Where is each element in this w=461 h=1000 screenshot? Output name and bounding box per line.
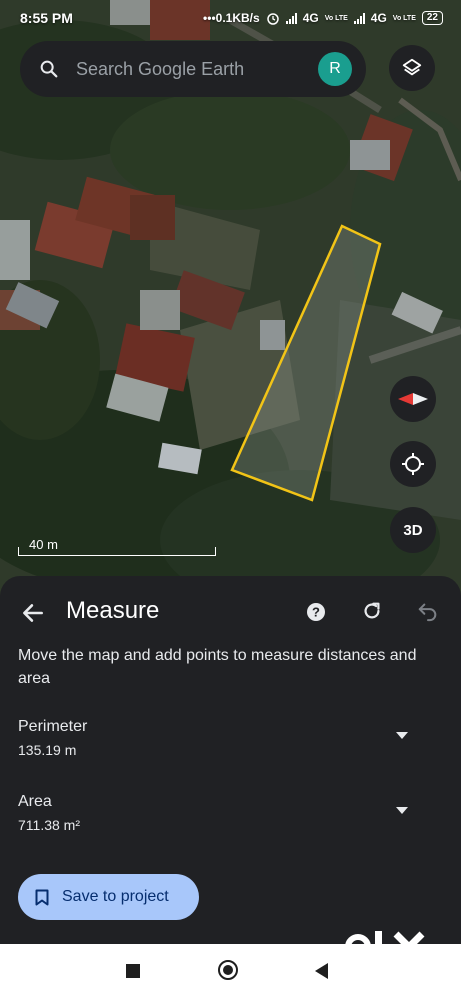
volte-badge-2: Vo LTE [392,14,416,22]
reset-icon[interactable] [361,600,383,622]
save-label: Save to project [62,888,169,905]
scale-bar: 40 m [18,537,216,556]
status-indicators: •••0.1KB/s 4G Vo LTE 4G Vo LTE 22 [203,11,443,25]
measure-header: Measure ? [0,588,461,638]
olx-watermark-logo [345,931,425,963]
area-value: 711.38 m² [18,817,80,833]
alarm-icon [266,13,279,25]
search-icon [40,60,58,78]
perimeter-label: Perimeter [18,718,88,735]
search-bar[interactable]: Search Google Earth R [20,41,366,97]
layers-icon [402,58,422,76]
bookmark-icon [35,889,49,905]
compass-icon [398,393,428,405]
scale-tick-left [18,547,19,556]
recents-icon[interactable] [126,964,140,978]
scale-label: 40 m [29,537,58,552]
net-speed: •••0.1KB/s [203,11,260,25]
chevron-down-icon[interactable] [396,732,408,740]
area-label: Area [18,793,52,810]
battery-icon: 22 [421,11,443,25]
account-avatar[interactable]: R [318,52,352,86]
status-bar: 8:55 PM •••0.1KB/s 4G Vo LTE 4G Vo LTE 2… [0,0,461,36]
network-type-2: 4G [370,11,387,25]
back-icon[interactable] [315,963,328,979]
my-location-icon [402,453,424,475]
measure-title: Measure [66,597,160,624]
search-input[interactable]: Search Google Earth [76,59,318,80]
scale-line [18,555,216,556]
area-row[interactable]: Area 711.38 m² [18,793,438,837]
my-location-button[interactable] [390,441,436,487]
back-arrow-icon[interactable] [20,600,46,626]
compass-button[interactable] [390,376,436,422]
chevron-down-icon[interactable] [396,807,408,815]
home-icon[interactable] [218,960,238,980]
measure-instruction: Move the map and add points to measure d… [18,647,417,687]
measure-panel: Measure ? Move the map and add points to… [0,576,461,944]
perimeter-value: 135.19 m [18,742,77,758]
scale-tick-right [215,547,216,556]
signal-icon [353,12,365,24]
help-icon[interactable]: ? [306,602,326,622]
network-type-1: 4G [302,11,319,25]
layers-button[interactable] [389,45,435,91]
status-time: 8:55 PM [20,10,73,26]
volte-badge-1: Vo LTE [324,14,348,22]
3d-toggle-button[interactable]: 3D [390,507,436,553]
perimeter-row[interactable]: Perimeter 135.19 m [18,718,438,762]
undo-icon[interactable] [417,600,439,622]
signal-icon [285,12,297,24]
save-to-project-button[interactable]: Save to project [18,874,199,920]
svg-text:?: ? [312,605,320,620]
